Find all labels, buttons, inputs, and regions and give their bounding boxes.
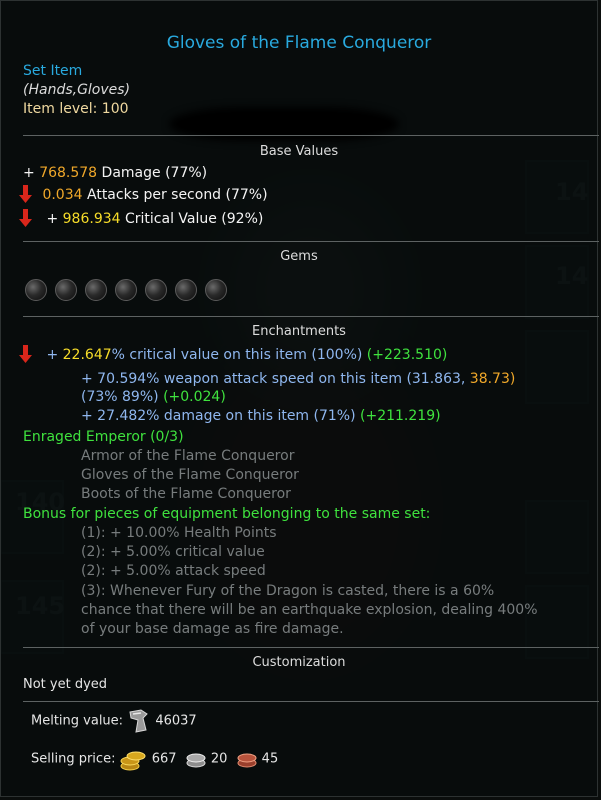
item-level-label: Item level:: [23, 101, 98, 117]
stat-attack-speed: 0.034 Attacks per second (77%): [19, 185, 268, 203]
copper-coin-icon: [237, 753, 257, 768]
stat-aps-value: 0.034: [42, 187, 83, 203]
down-arrow-icon: [19, 345, 32, 363]
stat-damage-label: Damage (77%): [101, 165, 208, 181]
enchant-attack-speed-line2: (73% 89%) (+0.024): [81, 389, 226, 405]
copper-amount: 45: [261, 751, 279, 767]
customization-heading: Customization: [252, 655, 346, 670]
set-bonus: (3): Whenever Fury of the Dragon is cast…: [81, 583, 495, 599]
gems-heading: Gems: [280, 249, 318, 264]
melting-value: Melting value: 46037: [31, 708, 197, 734]
item-level: Item level: 100: [23, 101, 129, 117]
stat-critical: + 986.934 Critical Value (92%): [19, 209, 263, 227]
divider: [23, 241, 599, 242]
item-tooltip: Gloves of the Flame Conqueror Set Item (…: [0, 0, 599, 797]
selling-price: Selling price: 667 20 45: [31, 747, 278, 771]
stat-damage: + 768.578 Damage (77%): [23, 165, 208, 181]
set-bonus: (1): + 10.00% Health Points: [81, 525, 277, 541]
gem-socket-icon[interactable]: [55, 279, 77, 301]
anvil-icon: [129, 709, 148, 733]
down-arrow-icon: [19, 185, 32, 203]
down-arrow-icon: [19, 209, 32, 227]
gem-socket-icon[interactable]: [115, 279, 137, 301]
divider: [23, 135, 599, 136]
melting-amount: 46037: [155, 713, 197, 729]
enchant-critical-value: 22.647: [62, 347, 112, 363]
item-slot: (Hands,Gloves): [23, 82, 131, 98]
set-name: Enraged Emperor (0/3): [23, 429, 184, 445]
item-type: Set Item: [23, 63, 83, 79]
enchant-critical: + 22.647% critical value on this item (1…: [19, 345, 447, 363]
silver-amount: 20: [210, 751, 228, 767]
gem-socket-icon[interactable]: [25, 279, 47, 301]
melting-label: Melting value:: [31, 713, 124, 729]
set-bonus: (2): + 5.00% attack speed: [81, 563, 266, 579]
set-piece: Armor of the Flame Conqueror: [81, 448, 295, 464]
gem-socket-icon[interactable]: [85, 279, 107, 301]
divider: [23, 647, 599, 648]
enchant-damage: + 27.482% damage on this item (71%) (+21…: [81, 408, 441, 424]
set-piece: Boots of the Flame Conqueror: [81, 486, 291, 502]
divider: [23, 316, 599, 317]
set-bonus: of your base damage as fire damage.: [81, 621, 344, 637]
gold-coin-icon: [120, 751, 146, 771]
divider: [23, 701, 599, 702]
item-title: Gloves of the Flame Conqueror: [166, 33, 432, 53]
base-values-heading: Base Values: [259, 144, 339, 159]
gem-socket-icon[interactable]: [205, 279, 227, 301]
enchant-critical-bonus: (+223.510): [366, 347, 448, 363]
set-bonus-heading: Bonus for pieces of equipment belonging …: [23, 506, 431, 522]
set-bonus: chance that there will be an earthquake …: [81, 602, 538, 618]
stat-crit-label: Critical Value (92%): [125, 211, 264, 227]
enchant-critical-label: % critical value on this item (100%): [111, 347, 363, 363]
gem-socket-icon[interactable]: [175, 279, 197, 301]
stat-crit-value: 986.934: [62, 211, 121, 227]
enchantments-heading: Enchantments: [252, 324, 346, 339]
stat-aps-label: Attacks per second (77%): [87, 187, 268, 203]
dye-status: Not yet dyed: [23, 677, 108, 692]
set-piece: Gloves of the Flame Conqueror: [81, 467, 299, 483]
enchant-attack-speed: + 70.594% weapon attack speed on this it…: [81, 371, 516, 387]
set-bonus: (2): + 5.00% critical value: [81, 544, 265, 560]
gem-socket-icon[interactable]: [145, 279, 167, 301]
stat-damage-value: 768.578: [39, 165, 98, 181]
selling-label: Selling price:: [31, 751, 116, 767]
silver-coin-icon: [186, 753, 206, 768]
item-level-value: 100: [101, 101, 129, 117]
gold-amount: 667: [151, 751, 177, 767]
